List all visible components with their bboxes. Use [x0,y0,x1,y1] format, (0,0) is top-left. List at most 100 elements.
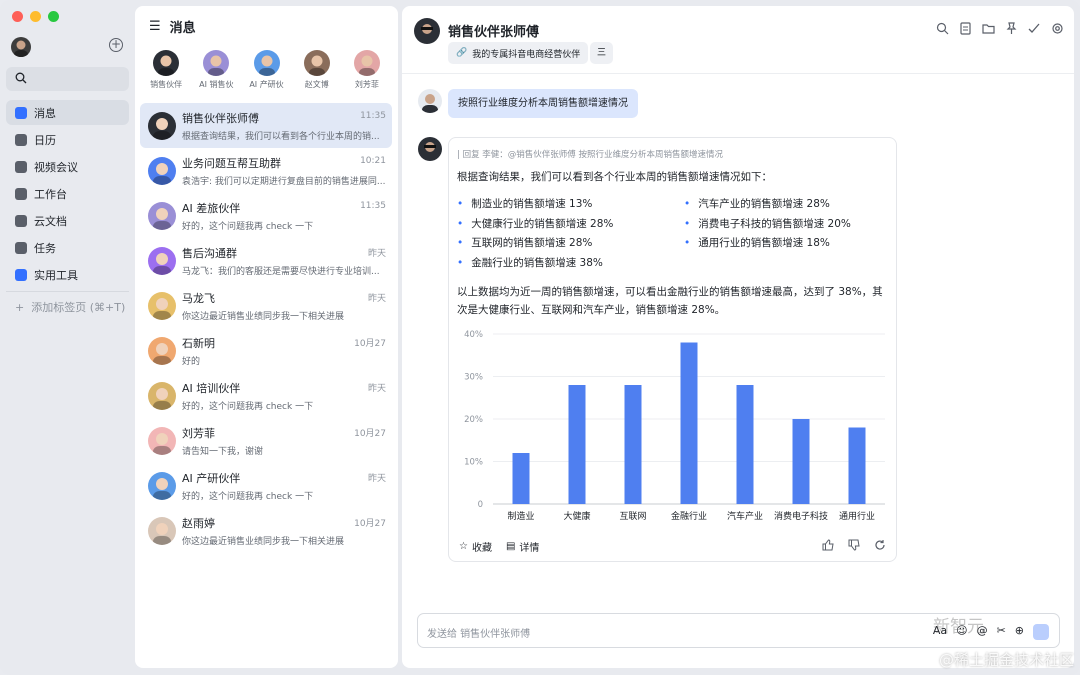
menu-icon[interactable]: ☰ [149,19,161,34]
minimize-window-button[interactable] [30,11,41,22]
pinned-contact[interactable]: 销售伙伴 [141,50,191,98]
conversation-preview: 你这边最近销售业绩同步我一下相关进展 [182,312,345,322]
conversation-preview: 好的，这个问题我再 check 一下 [182,402,314,412]
send-button[interactable] [1033,624,1049,640]
reply-summary: 以上数据均为近一周的销售额增速，可以看出金融行业的销售额增速最高，达到了 38%… [457,286,883,316]
refresh-icon[interactable] [874,539,886,551]
conversation-item[interactable]: 马龙飞 昨天 你这边最近销售业绩同步我一下相关进展 [140,283,392,328]
search-bar[interactable] [6,67,129,91]
maximize-window-button[interactable] [48,11,59,22]
conversation-item[interactable]: 售后沟通群 昨天 马龙飞：我们的客服还是需要尽快进行专业培训... [140,238,392,283]
conversation-item[interactable]: 刘芳菲 10月27 请告知一下我，谢谢 [140,418,392,463]
avatar [148,112,176,140]
add-icon[interactable]: ⊕ [1015,624,1024,640]
nav-item-label: 任务 [34,241,56,255]
person-icon [208,55,225,76]
avatar [253,50,280,76]
video-icon [15,160,27,173]
conversation-preview: 根据查询结果，我们可以看到各个行业本周的销... [182,132,380,142]
favorite-label: 收藏 [471,543,492,554]
conversation-preview: 你这边最近销售业绩同步我一下相关进展 [182,537,345,547]
conversation-name: 石新明 [182,337,215,350]
pinned-contact[interactable]: 赵文博 [292,50,342,98]
conversation-item[interactable]: AI 产研伙伴 昨天 好的，这个问题我再 check 一下 [140,463,392,508]
user-message-avatar[interactable] [418,89,442,113]
growth-bullet: 大健康行业的销售额增速 28% [457,216,613,231]
doc-icon [15,214,27,227]
conversation-item[interactable]: AI 培训伙伴 昨天 好的，这个问题我再 check 一下 [140,373,392,418]
close-window-button[interactable] [12,11,23,22]
watermark: @稀土掘金技术社区 [938,651,1074,669]
window-controls [12,11,59,22]
conversation-item[interactable]: 销售伙伴张师傅 11:35 根据查询结果，我们可以看到各个行业本周的销... [140,103,392,148]
reply-intro: 根据查询结果，我们可以看到各个行业本周的销售额增速情况如下： [457,171,772,183]
bot-avatar-icon [414,18,440,44]
add-button[interactable]: + [109,38,123,52]
person-icon [153,433,171,455]
conversation-name: 赵雨婷 [182,517,215,530]
pinned-contact[interactable]: AI 产研伙 [241,50,291,98]
favorite-button[interactable]: ☆ 收藏 [459,539,492,554]
nav-item-5[interactable]: 任务 [6,235,129,260]
search-icon [15,72,27,84]
nav-item-1[interactable]: 日历 [6,127,129,152]
growth-bullet: 消费电子科技的销售额增速 20% [684,216,851,231]
conversation-time: 11:35 [360,111,386,121]
nav-item-2[interactable]: 视频会议 [6,154,129,179]
conversation-title: 消息 [169,20,196,36]
nav-item-label: 工作台 [34,187,67,201]
bot-message-avatar[interactable] [418,137,442,161]
thumbs-down-icon[interactable] [848,539,860,551]
person-icon [153,388,171,410]
chat-tag[interactable]: 🔗 我的专属抖音电商经营伙伴 [448,42,589,64]
pinned-contact-label: 赵文博 [304,80,329,89]
conversation-item[interactable]: 业务问题互帮互助群 10:21 袁浩宇: 我们可以定期进行复盘目前的销售进展同... [140,148,392,193]
x-tick-label: 大健康 [563,510,590,522]
conversation-time: 昨天 [367,249,386,259]
conversation-item[interactable]: 石新明 10月27 好的 [140,328,392,373]
pin-icon[interactable] [1005,22,1018,35]
settings-icon[interactable] [1051,22,1064,35]
nav-item-0[interactable]: 消息 [6,100,129,125]
y-tick-label: 0 [478,500,483,510]
user-avatar[interactable] [11,37,31,57]
conversation-header: ☰ 消息 [135,6,398,46]
chat-panel: 销售伙伴张师傅 🔗 我的专属抖音电商经营伙伴 三 按照行业维度分析本周销售额增速… [402,6,1074,668]
check-icon[interactable] [1028,22,1041,35]
x-tick-label: 消费电子科技 [774,510,828,522]
nav-item-6[interactable]: 实用工具 [6,262,129,287]
conversation-name: AI 培训伙伴 [182,382,241,395]
scissors-icon[interactable]: ✂ [997,624,1006,640]
pinned-contact[interactable]: AI 销售伙 [191,50,241,98]
detail-label: 详情 [519,543,540,554]
chat-tag-label: 我的专属抖音电商经营伙伴 [472,49,581,60]
conversation-time: 10月27 [354,339,386,349]
folder-icon[interactable] [982,22,995,35]
pinned-contact[interactable]: 刘芳菲 [342,50,392,98]
document-icon[interactable] [959,22,972,35]
chat-tag-extra[interactable]: 三 [590,42,613,64]
person-icon [358,55,375,76]
conversation-item[interactable]: AI 差旅伙伴 11:35 好的，这个问题我再 check 一下 [140,193,392,238]
y-tick-label: 20% [464,415,483,425]
nav-item-label: 视频会议 [34,160,78,174]
conversation-name: 刘芳菲 [182,427,215,440]
person-icon [153,253,171,275]
add-tab-button[interactable]: + 添加标签页 (⌘+T) [6,291,129,316]
thumbs-up-icon[interactable] [822,539,834,551]
nav-item-label: 云文档 [34,214,67,228]
detail-button[interactable]: ▤ 详情 [506,539,539,554]
nav-item-4[interactable]: 云文档 [6,208,129,233]
nav-item-3[interactable]: 工作台 [6,181,129,206]
chat-avatar[interactable] [414,18,440,44]
avatar [203,50,230,76]
conversation-preview: 马龙飞：我们的客服还是需要尽快进行专业培训... [182,267,380,277]
card-reactions [822,539,886,551]
conversation-item[interactable]: 赵雨婷 10月27 你这边最近销售业绩同步我一下相关进展 [140,508,392,553]
avatar [148,157,176,185]
y-tick-label: 30% [464,373,483,383]
person-icon [153,343,171,365]
conversation-time: 11:35 [360,201,386,211]
workspace-icon [15,187,27,200]
search-icon[interactable] [936,22,949,35]
